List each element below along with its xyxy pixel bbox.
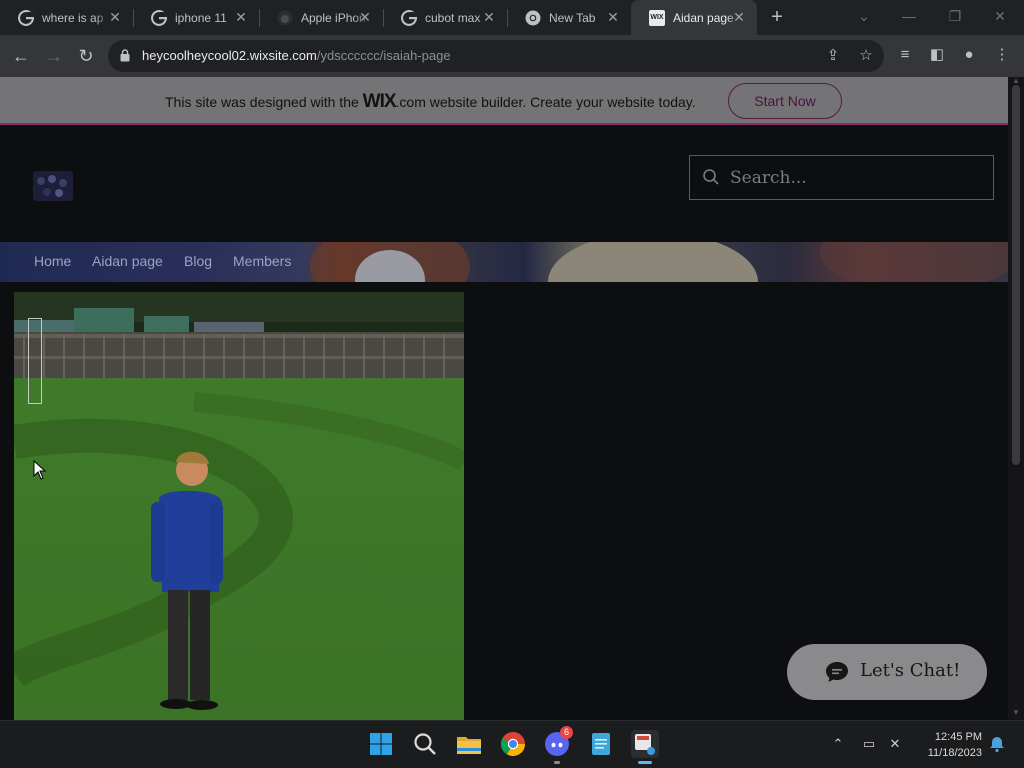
running-indicator <box>554 761 560 764</box>
share-icon[interactable]: ⇪ <box>824 47 842 65</box>
close-tab-icon[interactable]: ✕ <box>357 9 373 25</box>
profile-icon[interactable]: ● <box>959 45 979 65</box>
chrome-icon <box>525 10 541 25</box>
clock-date: 11/18/2023 <box>927 747 982 759</box>
search-icon <box>703 169 719 185</box>
windows-taskbar: 6 ⌃ ▭ ✕ 12:45 PM 11/18/2023 <box>0 720 1024 768</box>
nav-bg-shape <box>548 242 758 282</box>
photo-scene <box>14 292 464 720</box>
back-icon[interactable]: ← <box>10 45 32 67</box>
selection-highlight <box>28 318 42 404</box>
chat-bubble-icon <box>826 662 848 682</box>
page-scrollbar[interactable]: ▲ ▼ <box>1008 77 1024 720</box>
scroll-up-icon[interactable]: ▲ <box>1012 77 1020 85</box>
wix-banner-text: This site was designed with the WIX.com … <box>165 91 696 113</box>
scrollbar-thumb[interactable] <box>1012 85 1020 465</box>
browser-toolbar: ← → ↻ heycoolheycool02.wixsite.com/ydscc… <box>0 35 1024 77</box>
apple-icon <box>277 10 293 25</box>
reading-list-icon[interactable]: ≡ <box>895 45 915 65</box>
nav-blog[interactable]: Blog <box>184 253 212 269</box>
google-icon <box>151 9 167 26</box>
google-icon <box>401 9 417 26</box>
url-path: /ydscccccc/isaiah-page <box>316 48 451 63</box>
snipping-tool-icon <box>635 734 655 755</box>
discord-app[interactable]: 6 <box>543 726 573 764</box>
close-window-icon[interactable]: ✕ <box>988 6 1012 26</box>
nav-members[interactable]: Members <box>233 253 291 269</box>
logo-shape <box>55 189 63 197</box>
clock-time: 12:45 PM <box>934 731 982 743</box>
system-clock[interactable]: 12:45 PM 11/18/2023 <box>916 729 982 761</box>
logo-shape <box>43 188 51 196</box>
url-host: heycoolheycool02.wixsite.com <box>142 48 317 63</box>
network-icon[interactable]: ▭ <box>860 735 878 753</box>
browser-tab[interactable]: cubot max ✕ <box>383 0 507 35</box>
browser-tab[interactable]: New Tab ✕ <box>507 0 631 35</box>
mouse-cursor-icon <box>33 460 47 480</box>
boy-on-grass-photo[interactable] <box>14 292 464 720</box>
nav-aidan-page[interactable]: Aidan page <box>92 253 163 269</box>
lock-icon <box>120 49 130 62</box>
nav-bg-shape <box>820 242 1008 282</box>
side-panel-icon[interactable]: ◧ <box>927 45 947 65</box>
site-nav-bar: Home Aidan page Blog Members <box>0 242 1008 282</box>
chat-label: Let's Chat! <box>860 660 961 681</box>
menu-kebab-icon[interactable]: ⋮ <box>992 45 1012 65</box>
close-tab-icon[interactable]: ✕ <box>481 9 497 25</box>
close-tab-icon[interactable]: ✕ <box>233 9 249 25</box>
restore-icon[interactable]: ❐ <box>943 6 967 26</box>
snipping-tool-app[interactable] <box>631 730 659 764</box>
close-tab-icon[interactable]: ✕ <box>107 9 123 25</box>
site-search-box[interactable]: Search... <box>689 155 994 200</box>
search-icon[interactable] <box>411 730 439 758</box>
browser-tab[interactable]: iphone 11 ✕ <box>133 0 259 35</box>
nav-home[interactable]: Home <box>34 253 71 269</box>
active-indicator <box>638 761 652 764</box>
search-placeholder: Search... <box>730 168 807 188</box>
logo-shape <box>37 177 45 185</box>
url-text: heycoolheycool02.wixsite.com/ydscccccc/i… <box>142 48 451 63</box>
browser-tab-strip: where is ap ✕ iphone 11 ✕ Apple iPhon ✕ … <box>0 0 1024 35</box>
file-explorer-icon[interactable] <box>455 730 483 758</box>
wix-promo-banner: This site was designed with the WIX.com … <box>0 77 1008 125</box>
banner-text-before: This site was designed with the <box>165 94 359 110</box>
logo-shape <box>59 179 67 187</box>
volume-muted-icon[interactable]: ✕ <box>886 735 904 753</box>
tab-title: where is ap <box>42 10 104 25</box>
banner-text-after: .com website builder. Create your websit… <box>395 94 696 110</box>
browser-tab[interactable]: Apple iPhon ✕ <box>259 0 383 35</box>
wix-logo: WIX <box>362 91 397 112</box>
new-tab-icon[interactable]: + <box>766 6 788 28</box>
scroll-down-icon[interactable]: ▼ <box>1012 709 1020 717</box>
notification-bell-icon[interactable] <box>988 735 1006 753</box>
notepad-icon[interactable] <box>587 730 615 758</box>
browser-tab-active[interactable]: WIX Aidan page ✕ <box>631 0 757 35</box>
windows-start-icon[interactable] <box>367 730 395 758</box>
bookmark-star-icon[interactable]: ☆ <box>857 47 875 65</box>
show-hidden-icons-icon[interactable]: ⌃ <box>829 735 847 753</box>
logo-shape <box>48 175 56 183</box>
close-tab-icon[interactable]: ✕ <box>605 9 621 25</box>
google-icon <box>18 9 34 26</box>
start-now-button[interactable]: Start Now <box>728 83 842 119</box>
reload-icon[interactable]: ↻ <box>75 45 97 67</box>
close-tab-icon[interactable]: ✕ <box>731 9 747 25</box>
minimize-icon[interactable]: — <box>897 6 921 26</box>
lets-chat-button[interactable]: Let's Chat! <box>787 644 987 700</box>
notification-badge: 6 <box>560 726 573 739</box>
forward-icon[interactable]: → <box>43 45 65 67</box>
tab-search-icon[interactable]: ⌄ <box>852 6 876 26</box>
address-bar[interactable]: heycoolheycool02.wixsite.com/ydscccccc/i… <box>108 40 884 72</box>
page-viewport: This site was designed with the WIX.com … <box>0 77 1008 720</box>
browser-tab[interactable]: where is ap ✕ <box>0 0 133 35</box>
chrome-icon[interactable] <box>499 730 527 758</box>
site-logo[interactable] <box>33 171 73 201</box>
wix-icon: WIX <box>649 9 665 26</box>
site-header: Search... <box>0 127 1008 242</box>
